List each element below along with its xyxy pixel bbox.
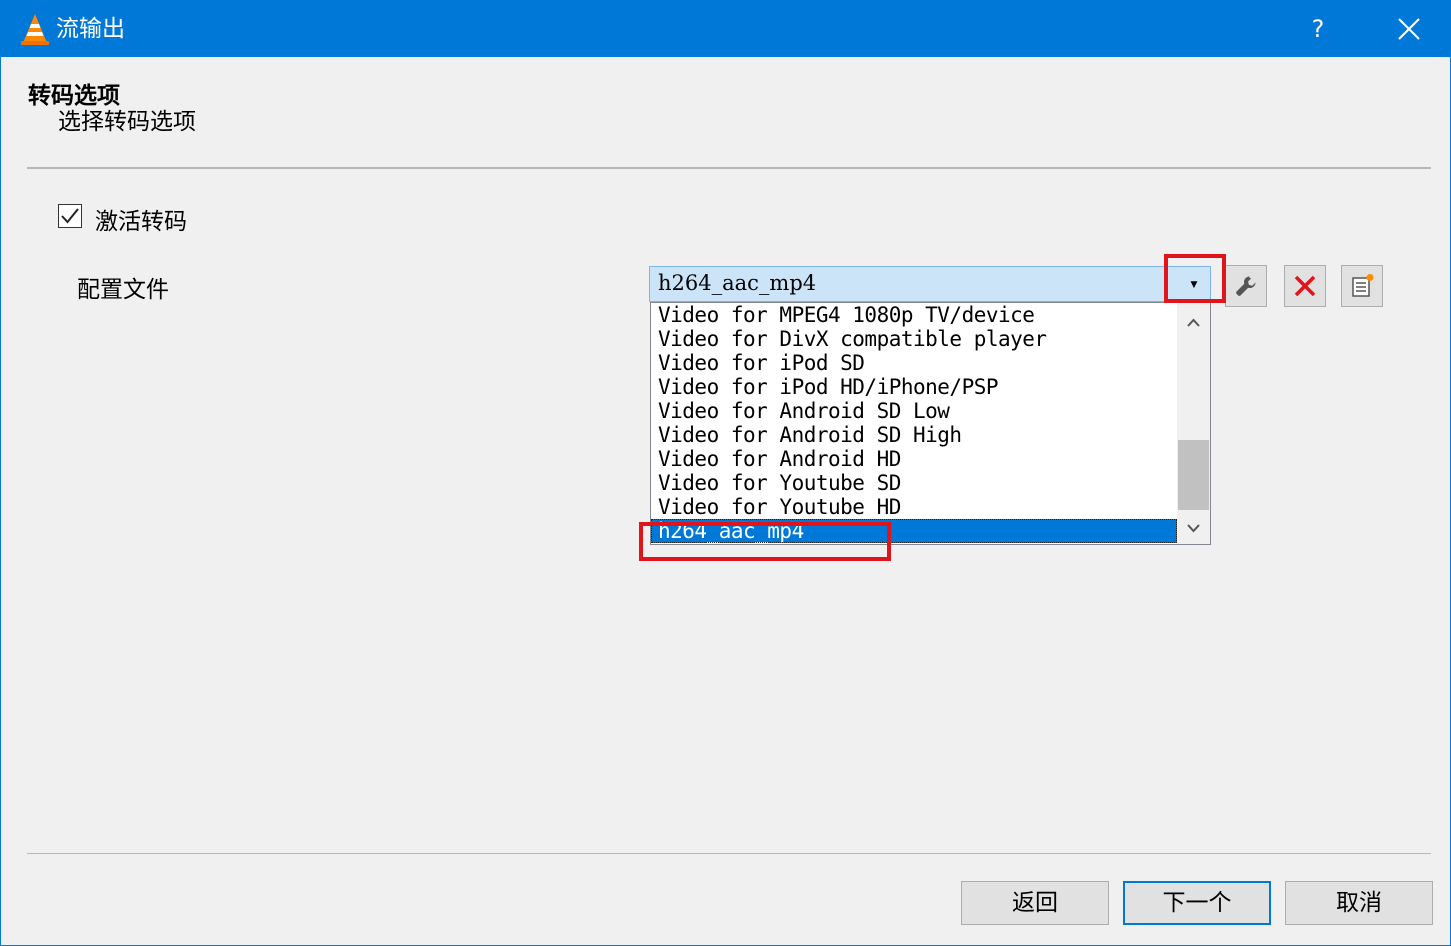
back-button[interactable]: 返回 [961, 881, 1109, 925]
profile-option[interactable]: Video for Android SD Low [651, 399, 1177, 423]
next-button[interactable]: 下一个 [1123, 881, 1271, 925]
profile-option[interactable]: Video for Android SD High [651, 423, 1177, 447]
new-profile-icon [1352, 274, 1374, 297]
profile-option[interactable]: Video for DivX compatible player [651, 327, 1177, 351]
header-divider [27, 167, 1431, 169]
profile-label: 配置文件 [77, 277, 169, 303]
profile-option[interactable]: Video for iPod HD/iPhone/PSP [651, 375, 1177, 399]
wrench-icon [1236, 276, 1256, 296]
chevron-up-icon[interactable] [1177, 311, 1210, 333]
scrollbar-thumb[interactable] [1178, 440, 1209, 510]
checkmark-icon [61, 208, 79, 224]
profile-options: Video for MPEG4 1080p TV/device Video fo… [651, 303, 1177, 543]
activate-transcode-checkbox[interactable] [58, 204, 82, 228]
section-subtitle: 选择转码选项 [58, 109, 196, 135]
profile-option[interactable]: Video for MPEG4 1080p TV/device [651, 303, 1177, 327]
profile-option[interactable]: Video for Android HD [651, 447, 1177, 471]
dropdown-scrollbar[interactable] [1177, 303, 1210, 544]
profile-selected-value: h264_aac_mp4 [658, 271, 817, 295]
activate-transcode-label[interactable]: 激活转码 [95, 202, 187, 236]
delete-x-icon [1294, 275, 1316, 297]
footer-divider [27, 853, 1431, 854]
edit-profile-button[interactable] [1225, 265, 1267, 307]
chevron-down-icon[interactable] [1177, 517, 1210, 539]
dropdown-arrow-icon[interactable]: ▼ [1181, 277, 1207, 293]
stream-output-dialog: 流输出 ? 转码选项 选择转码选项 激活转码 配置文件 h264_aac_mp4… [0, 0, 1451, 946]
profile-option[interactable]: Video for Youtube HD [651, 495, 1177, 519]
title-bar: 流输出 ? [1, 1, 1450, 57]
profile-option[interactable]: Video for Youtube SD [651, 471, 1177, 495]
profile-option-selected[interactable]: h264_aac_mp4 [651, 519, 1177, 543]
cancel-button[interactable]: 取消 [1285, 881, 1433, 925]
window-title: 流输出 [56, 16, 125, 42]
close-icon [1398, 18, 1420, 40]
profile-combobox[interactable]: h264_aac_mp4 [649, 266, 1211, 302]
vlc-cone-icon [21, 14, 49, 45]
profile-dropdown-list[interactable]: Video for MPEG4 1080p TV/device Video fo… [650, 302, 1211, 545]
delete-profile-button[interactable] [1284, 265, 1326, 307]
profile-option[interactable]: Video for iPod SD [651, 351, 1177, 375]
close-button[interactable] [1381, 9, 1435, 49]
new-profile-button[interactable] [1341, 265, 1383, 307]
help-button[interactable]: ? [1291, 9, 1345, 49]
